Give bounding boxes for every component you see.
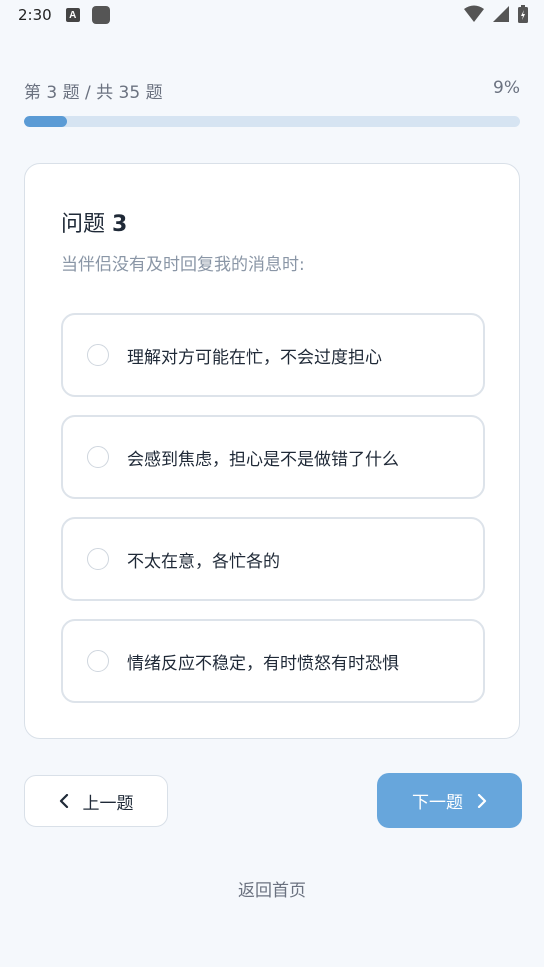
- radio-icon[interactable]: [87, 650, 109, 672]
- answer-option-label: 情绪反应不稳定，有时愤怒有时恐惧: [127, 653, 399, 674]
- answer-option-2[interactable]: 会感到焦虑，担心是不是做错了什么: [61, 415, 485, 499]
- question-number: 3: [112, 212, 128, 237]
- next-question-label: 下一题: [412, 793, 463, 813]
- wifi-icon: [464, 5, 484, 22]
- progress-bar: [24, 116, 520, 127]
- answer-option-label: 不太在意，各忙各的: [127, 551, 280, 572]
- answer-option-4[interactable]: 情绪反应不稳定，有时愤怒有时恐惧: [61, 619, 485, 703]
- question-title-prefix: 问题: [61, 212, 106, 237]
- back-home-label[interactable]: 返回首页: [238, 881, 306, 901]
- progress-bar-fill: [24, 116, 67, 127]
- status-icons: [464, 5, 528, 23]
- status-bar: 2:30 A: [0, 0, 544, 30]
- radio-icon[interactable]: [87, 446, 109, 468]
- battery-icon: [518, 5, 528, 23]
- back-home-link[interactable]: 返回首页: [0, 876, 544, 901]
- prev-question-button[interactable]: 上一题: [24, 775, 168, 827]
- app-notification-icon: [91, 6, 110, 24]
- question-card: 问题 3 当伴侣没有及时回复我的消息时: 理解对方可能在忙，不会过度担心 会感到…: [24, 163, 520, 739]
- answer-option-label: 理解对方可能在忙，不会过度担心: [127, 347, 382, 368]
- question-text: 当伴侣没有及时回复我的消息时:: [61, 255, 305, 275]
- chevron-left-icon: [59, 794, 68, 808]
- answer-option-3[interactable]: 不太在意，各忙各的: [61, 517, 485, 601]
- chevron-right-icon: [477, 793, 487, 808]
- prev-question-label: 上一题: [82, 793, 134, 814]
- signal-icon: [493, 6, 509, 22]
- progress-percent: 9%: [493, 78, 520, 98]
- status-time: 2:30: [18, 6, 52, 24]
- radio-icon[interactable]: [87, 344, 109, 366]
- answer-option-label: 会感到焦虑，担心是不是做错了什么: [127, 449, 399, 470]
- answer-option-1[interactable]: 理解对方可能在忙，不会过度担心: [61, 313, 485, 397]
- progress-label: 第 3 题 / 共 35 题: [24, 83, 163, 103]
- next-question-button[interactable]: 下一题: [377, 773, 522, 828]
- radio-icon[interactable]: [87, 548, 109, 570]
- question-title: 问题 3: [61, 206, 127, 238]
- notification-a-icon: A: [65, 8, 80, 22]
